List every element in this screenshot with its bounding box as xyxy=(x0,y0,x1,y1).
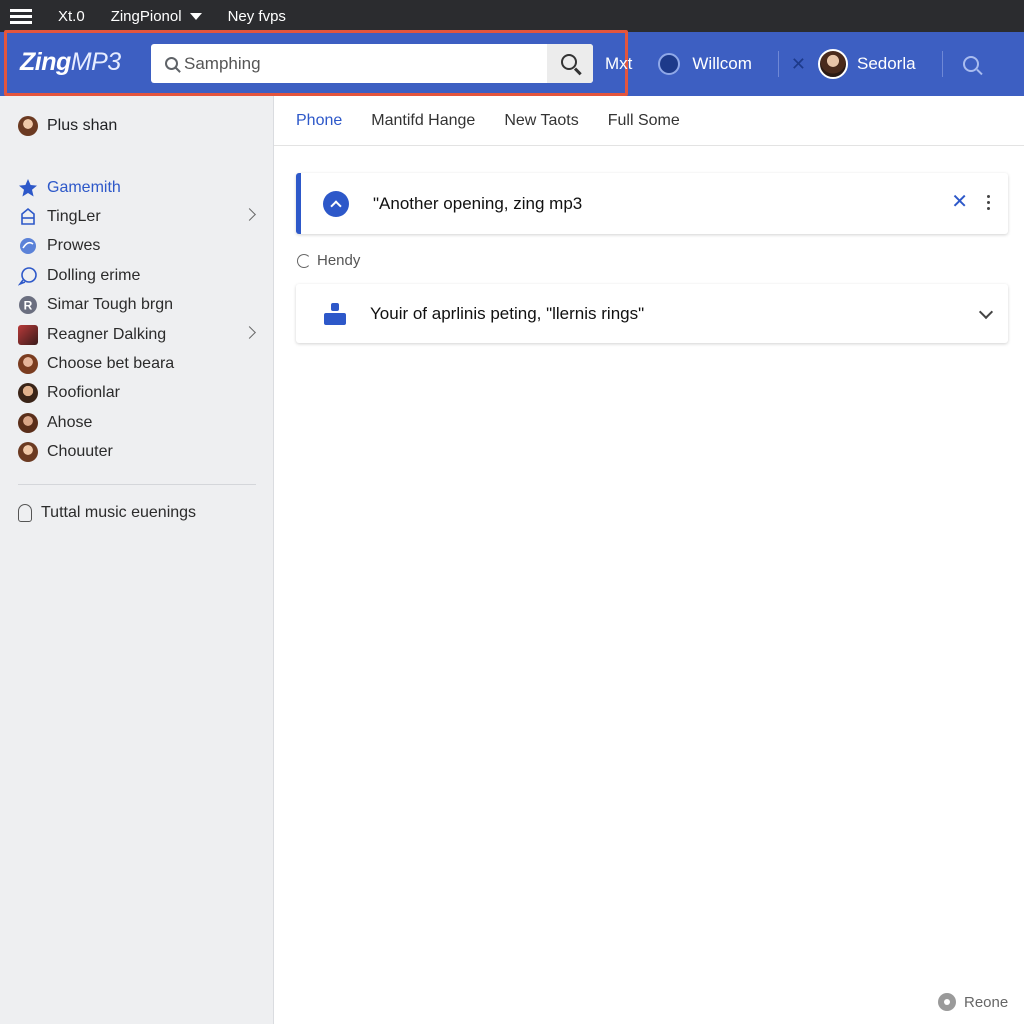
sidebar-divider xyxy=(18,484,256,485)
svg-text:R: R xyxy=(24,299,33,313)
expandable-card-text: Youir of aprlinis peting, "llernis rings… xyxy=(370,303,645,323)
sidebar-item-dolling[interactable]: Dolling erime xyxy=(18,261,258,290)
menubar-item-label: ZingPionol xyxy=(110,7,182,25)
compass-icon[interactable] xyxy=(658,53,681,75)
expandable-card[interactable]: Youir of aprlinis peting, "llernis rings… xyxy=(296,284,1008,343)
search-icon xyxy=(560,54,577,70)
sidebar-item-label: Chouuter xyxy=(47,443,113,461)
sidebar-item-tingler[interactable]: TingLer xyxy=(18,202,258,231)
sidebar-item-reagner[interactable]: Reagner Dalking xyxy=(18,320,258,349)
search-bar xyxy=(151,44,593,83)
chevron-right-icon xyxy=(243,208,256,222)
sparkle-icon[interactable]: ✕ xyxy=(791,54,806,75)
notification-text: "Another opening, zing mp3 xyxy=(373,193,583,213)
tab-mantifd-hange[interactable]: Mantifd Hange xyxy=(371,112,475,130)
avatar-icon xyxy=(18,383,38,404)
album-icon xyxy=(18,324,38,345)
sidebar-item-roofionlar[interactable]: Roofionlar xyxy=(18,379,258,408)
menubar-item-3[interactable]: Ney fvps xyxy=(228,8,286,25)
sidebar-item-chouuter[interactable]: Chouuter xyxy=(18,438,258,467)
sidebar-item-label: TingLer xyxy=(47,208,101,226)
menubar-item-2[interactable]: ZingPionol xyxy=(111,8,202,25)
tab-full-some[interactable]: Full Some xyxy=(608,112,680,130)
sidebar-item-label: Choose bet beara xyxy=(47,355,175,373)
notification-card[interactable]: "Another opening, zing mp3 ✕ xyxy=(296,173,1008,234)
footer-status[interactable]: Reone xyxy=(938,993,1008,1011)
sidebar-list: Gamemith TingLer Prowes Dolling erime R … xyxy=(18,173,258,467)
sidebar-item-music-evenings[interactable]: Tuttal music euenings xyxy=(18,504,196,522)
star-icon xyxy=(18,178,38,198)
chevron-right-icon xyxy=(243,326,256,339)
avatar-icon xyxy=(18,354,38,375)
search-button[interactable] xyxy=(547,44,593,83)
divider xyxy=(941,51,943,77)
section-label: Hendy xyxy=(297,252,360,269)
sidebar-item-choose[interactable]: Choose bet beara xyxy=(18,349,258,378)
sidebar-item-label: Tuttal music euenings xyxy=(41,504,197,521)
lock-icon xyxy=(18,504,32,522)
sidebar-item-label: Simar Tough brgn xyxy=(47,296,173,314)
sidebar-item-label: Ahose xyxy=(47,413,93,431)
r-badge-icon: R xyxy=(18,295,38,315)
search-icon xyxy=(165,57,178,70)
menubar-item-label: Ney fvps xyxy=(227,7,286,25)
close-icon[interactable]: ✕ xyxy=(951,192,968,212)
system-menubar: Xt.0 ZingPionol Ney fvps xyxy=(0,0,1024,32)
logo-text-light: MP3 xyxy=(70,48,121,76)
record-icon xyxy=(938,993,956,1011)
refresh-icon xyxy=(297,253,311,268)
logo-text-bold: Zing xyxy=(20,48,71,76)
list-menu-icon[interactable] xyxy=(10,8,32,24)
sidebar-item-label: Prowes xyxy=(47,237,101,255)
tag-icon xyxy=(18,207,38,227)
avatar-icon xyxy=(18,442,38,463)
header-actions: Mxt Willcom ✕ Sedorla xyxy=(605,32,979,96)
avatar-icon xyxy=(18,412,38,433)
zingmp3-logo[interactable]: ZingMP3 xyxy=(20,48,121,77)
menubar-item-label: Xt.0 xyxy=(58,7,85,25)
user-icon xyxy=(324,302,346,325)
search-icon[interactable] xyxy=(962,56,979,72)
next-link[interactable]: Mxt xyxy=(605,54,632,74)
sidebar-item-label: Reagner Dalking xyxy=(47,325,167,343)
sidebar-item-label: Gamemith xyxy=(47,178,121,196)
welcome-link[interactable]: Willcom xyxy=(692,54,752,74)
tab-new-taots[interactable]: New Taots xyxy=(504,112,578,130)
sidebar: Plus shan Gamemith TingLer Prowes Dollin… xyxy=(0,96,274,1024)
avatar xyxy=(18,116,38,136)
sidebar-item-label: Roofionlar xyxy=(47,384,120,402)
tab-bar: Phone Mantifd Hange New Taots Full Some xyxy=(274,96,1024,146)
sidebar-item-gamemith[interactable]: Gamemith xyxy=(18,173,258,202)
sidebar-item-ahose[interactable]: Ahose xyxy=(18,408,258,437)
user-avatar[interactable] xyxy=(817,49,848,79)
menubar-item-1[interactable]: Xt.0 xyxy=(58,8,85,25)
tab-phone[interactable]: Phone xyxy=(296,112,342,130)
search-input[interactable] xyxy=(184,53,544,74)
sidebar-item-prowes[interactable]: Prowes xyxy=(18,232,258,261)
chevron-up-icon[interactable] xyxy=(323,190,349,217)
divider xyxy=(777,51,779,77)
globe-icon xyxy=(18,236,38,256)
footer-label: Reone xyxy=(964,993,1009,1011)
section-label-text: Hendy xyxy=(317,252,361,269)
sidebar-item-simar[interactable]: R Simar Tough brgn xyxy=(18,291,258,320)
user-name[interactable]: Sedorla xyxy=(857,54,916,74)
chevron-down-icon[interactable] xyxy=(978,304,994,320)
sidebar-profile-label: Plus shan xyxy=(47,117,118,134)
sidebar-item-label: Dolling erime xyxy=(47,266,141,284)
sidebar-profile[interactable]: Plus shan xyxy=(18,116,117,136)
chevron-down-icon xyxy=(189,12,202,20)
chat-icon xyxy=(18,266,38,286)
more-options-icon[interactable] xyxy=(987,195,990,210)
